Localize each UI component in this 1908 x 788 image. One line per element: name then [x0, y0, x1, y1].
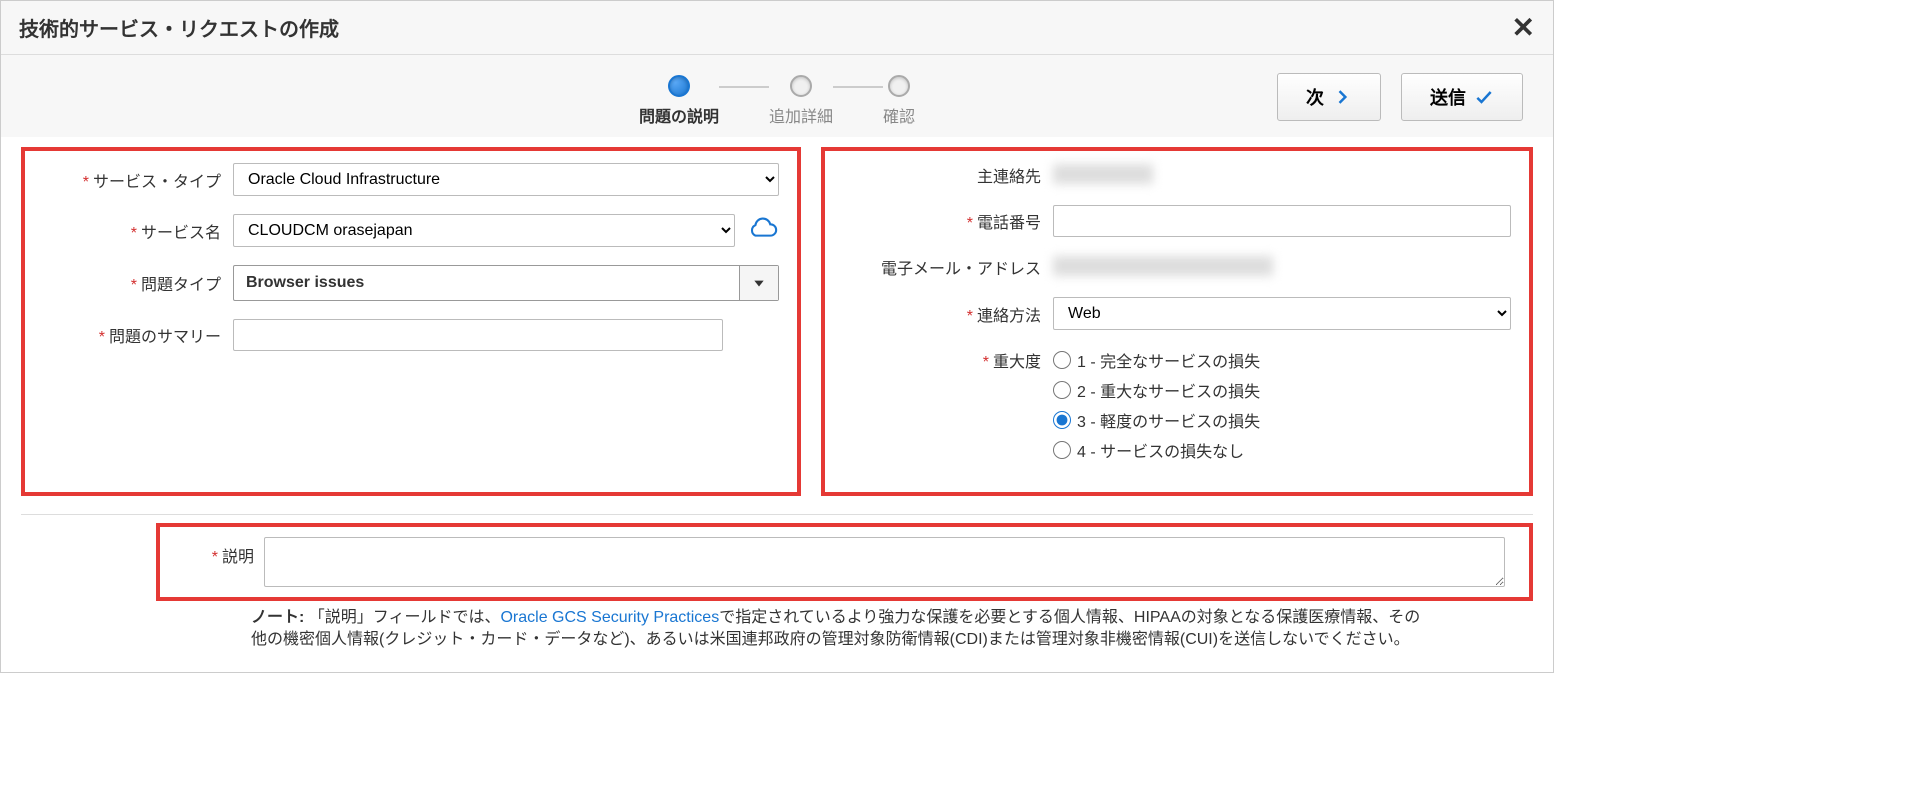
step-circle-icon — [790, 75, 812, 97]
severity-option-label: 4 - サービスの損失なし — [1077, 438, 1244, 462]
close-icon: ✕ — [1512, 12, 1535, 43]
right-panel: 主連絡先 *電話番号 電子メール・アドレス *連絡方法 Web — [821, 147, 1533, 496]
severity-option-label: 1 - 完全なサービスの損失 — [1077, 348, 1260, 372]
summary-input[interactable] — [233, 319, 723, 351]
required-icon: * — [212, 549, 218, 566]
severity-label: *重大度 — [843, 348, 1053, 372]
contact-method-select[interactable]: Web — [1053, 297, 1511, 330]
email-row: 電子メール・アドレス — [843, 255, 1511, 279]
problem-type-row: *問題タイプ Browser issues — [43, 265, 779, 301]
stepper: 問題の説明 追加詳細 確認 — [639, 75, 915, 127]
service-type-label: *サービス・タイプ — [43, 168, 233, 192]
chevron-down-icon — [752, 276, 766, 290]
service-name-select[interactable]: CLOUDCM orasejapan — [233, 214, 735, 247]
email-value — [1053, 256, 1273, 276]
phone-input[interactable] — [1053, 205, 1511, 237]
stepper-row: 問題の説明 追加詳細 確認 次 送信 — [1, 55, 1553, 137]
service-type-row: *サービス・タイプ Oracle Cloud Infrastructure — [43, 163, 779, 196]
service-name-label: *サービス名 — [43, 219, 233, 243]
note-prefix: ノート: — [251, 609, 309, 626]
phone-label: *電話番号 — [843, 209, 1053, 233]
service-type-select[interactable]: Oracle Cloud Infrastructure — [233, 163, 779, 196]
divider — [21, 514, 1533, 515]
step-label: 確認 — [883, 103, 915, 127]
primary-contact-label: 主連絡先 — [843, 163, 1053, 187]
email-label: 電子メール・アドレス — [843, 255, 1053, 279]
security-practices-link[interactable]: Oracle GCS Security Practices — [500, 609, 719, 626]
severity-option-label: 3 - 軽度のサービスの損失 — [1077, 408, 1260, 432]
severity-radio-3[interactable] — [1053, 411, 1071, 429]
step-label: 追加詳細 — [769, 103, 833, 127]
description-panel: *説明 — [156, 523, 1533, 601]
step-connector — [719, 86, 769, 88]
description-section: *説明 ノート: 「説明」フィールドでは、Oracle GCS Security… — [21, 523, 1533, 652]
required-icon: * — [967, 215, 973, 232]
check-icon — [1474, 87, 1494, 107]
description-textarea[interactable] — [264, 537, 1505, 587]
description-note: ノート: 「説明」フィールドでは、Oracle GCS Security Pra… — [251, 607, 1431, 652]
phone-row: *電話番号 — [843, 205, 1511, 237]
severity-radio-1[interactable] — [1053, 351, 1071, 369]
severity-radio-group: 1 - 完全なサービスの損失 2 - 重大なサービスの損失 3 - 軽度のサービ… — [1053, 348, 1511, 462]
required-icon: * — [131, 225, 137, 242]
cloud-icon — [745, 216, 779, 245]
modal-header: 技術的サービス・リクエストの作成 ✕ — [1, 1, 1553, 55]
severity-option-1[interactable]: 1 - 完全なサービスの損失 — [1053, 348, 1511, 372]
create-sr-modal: 技術的サービス・リクエストの作成 ✕ 問題の説明 追加詳細 確認 次 — [0, 0, 1554, 673]
summary-row: *問題のサマリー — [43, 319, 779, 351]
action-buttons: 次 送信 — [1277, 73, 1523, 121]
problem-type-value: Browser issues — [234, 266, 739, 300]
severity-radio-4[interactable] — [1053, 441, 1071, 459]
close-button[interactable]: ✕ — [1512, 11, 1535, 44]
primary-contact-row: 主連絡先 — [843, 163, 1511, 187]
submit-button-label: 送信 — [1430, 84, 1466, 110]
problem-type-label: *問題タイプ — [43, 271, 233, 295]
left-panel: *サービス・タイプ Oracle Cloud Infrastructure *サ… — [21, 147, 801, 496]
step-circle-icon — [668, 75, 690, 97]
step-problem-description[interactable]: 問題の説明 — [639, 75, 719, 127]
required-icon: * — [99, 329, 105, 346]
modal-title: 技術的サービス・リクエストの作成 — [19, 13, 339, 42]
required-icon: * — [83, 174, 89, 191]
primary-contact-value — [1053, 164, 1153, 184]
step-additional-details[interactable]: 追加詳細 — [769, 75, 833, 127]
problem-type-dropdown-button[interactable] — [739, 266, 778, 300]
severity-option-2[interactable]: 2 - 重大なサービスの損失 — [1053, 378, 1511, 402]
step-confirm[interactable]: 確認 — [883, 75, 915, 127]
contact-method-label: *連絡方法 — [843, 302, 1053, 326]
required-icon: * — [131, 277, 137, 294]
content-area: *サービス・タイプ Oracle Cloud Infrastructure *サ… — [1, 137, 1553, 506]
required-icon: * — [983, 354, 989, 371]
submit-button[interactable]: 送信 — [1401, 73, 1523, 121]
note-text: 「説明」フィールドでは、 — [309, 609, 501, 626]
service-name-row: *サービス名 CLOUDCM orasejapan — [43, 214, 779, 247]
chevron-right-icon — [1332, 87, 1352, 107]
description-label: *説明 — [184, 537, 264, 567]
severity-option-4[interactable]: 4 - サービスの損失なし — [1053, 438, 1511, 462]
problem-type-combobox[interactable]: Browser issues — [233, 265, 779, 301]
step-label: 問題の説明 — [639, 103, 719, 127]
severity-row: *重大度 1 - 完全なサービスの損失 2 - 重大なサービスの損失 3 - 軽… — [843, 348, 1511, 462]
contact-method-row: *連絡方法 Web — [843, 297, 1511, 330]
next-button-label: 次 — [1306, 84, 1324, 110]
severity-option-label: 2 - 重大なサービスの損失 — [1077, 378, 1260, 402]
step-connector — [833, 86, 883, 88]
step-circle-icon — [888, 75, 910, 97]
summary-label: *問題のサマリー — [43, 323, 233, 347]
next-button[interactable]: 次 — [1277, 73, 1381, 121]
required-icon: * — [967, 308, 973, 325]
severity-radio-2[interactable] — [1053, 381, 1071, 399]
severity-option-3[interactable]: 3 - 軽度のサービスの損失 — [1053, 408, 1511, 432]
